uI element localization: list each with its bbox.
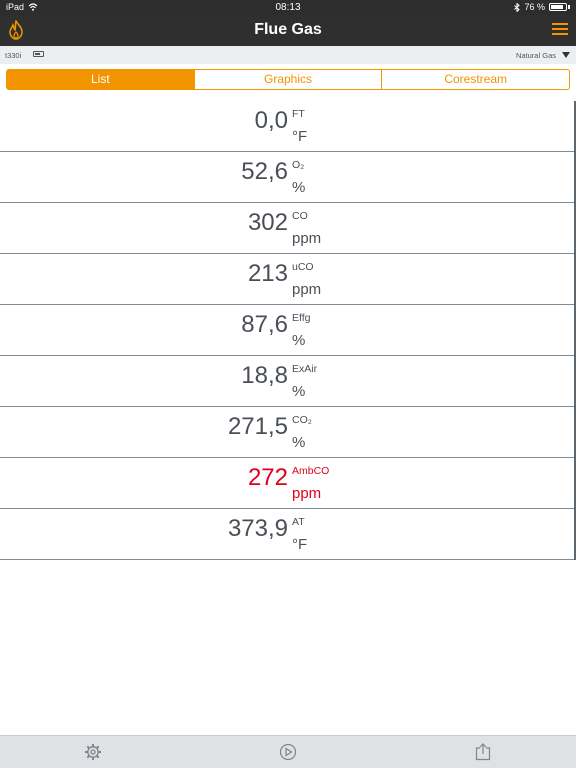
bluetooth-icon <box>514 2 521 12</box>
list-item[interactable]: 87,6 Effg % <box>0 305 576 356</box>
battery-icon <box>549 3 567 11</box>
status-right: 76 % <box>514 2 570 12</box>
measurement-value: 87,6 <box>241 311 288 338</box>
list-item[interactable]: 18,8 ExAir % <box>0 356 576 407</box>
unit-label: % <box>292 179 306 196</box>
list-item[interactable]: 302 CO ppm <box>0 203 576 254</box>
battery-percent: 76 % <box>524 2 545 12</box>
parameter-label: ExAir <box>292 363 318 375</box>
parameter-label: FT <box>292 108 305 120</box>
list-item[interactable]: 0,0 FT °F <box>0 101 576 152</box>
list-item[interactable]: 52,6 O₂ % <box>0 152 576 203</box>
gear-icon[interactable] <box>84 743 102 761</box>
device-label: t330i <box>5 51 22 60</box>
unit-label: °F <box>292 536 308 553</box>
share-icon[interactable] <box>474 743 492 761</box>
view-tabs: List Graphics Corestream <box>6 69 570 90</box>
parameter-label: uCO <box>292 261 314 273</box>
page-title: Flue Gas <box>254 21 322 38</box>
info-bar: t330i Natural Gas <box>0 46 576 64</box>
list-item[interactable]: 373,9 AT °F <box>0 509 576 560</box>
parameter-label: CO <box>292 210 308 222</box>
measurement-value: 18,8 <box>241 362 288 389</box>
play-icon[interactable] <box>279 743 297 761</box>
status-time: 08:13 <box>275 2 301 13</box>
measurement-value: 213 <box>247 260 288 287</box>
list-item[interactable]: 271,5 CO₂ % <box>0 407 576 458</box>
status-bar: iPad 08:13 76 % <box>0 0 576 15</box>
unit-label: % <box>292 434 306 451</box>
unit-label: % <box>292 383 306 400</box>
parameter-label: O₂ <box>292 159 305 171</box>
measurement-value: 271,5 <box>227 413 288 440</box>
unit-label: ppm <box>292 281 322 298</box>
measurement-value: 302 <box>247 209 288 236</box>
list-item[interactable]: 272 AmbCO ppm <box>0 458 576 509</box>
parameter-label: AT <box>292 516 305 528</box>
chevron-down-icon[interactable] <box>562 52 570 58</box>
measurement-list: 0,0 FT °F 52,6 O₂ % 302 CO ppm 213 uCO p… <box>0 101 576 560</box>
list-item[interactable]: 213 uCO ppm <box>0 254 576 305</box>
fuel-selector[interactable]: Natural Gas <box>516 51 556 60</box>
measurement-value: 52,6 <box>241 158 288 185</box>
measurement-value: 373,9 <box>227 515 288 542</box>
tab-list[interactable]: List <box>7 70 194 89</box>
device-battery-icon <box>33 51 44 57</box>
nav-bar: Flue Gas <box>0 15 576 46</box>
unit-label: ppm <box>292 230 322 247</box>
bottom-toolbar <box>0 735 576 768</box>
tab-graphics[interactable]: Graphics <box>193 70 382 89</box>
parameter-label: CO₂ <box>292 414 312 426</box>
tab-corestream[interactable]: Corestream <box>381 70 569 89</box>
unit-label: % <box>292 332 306 349</box>
unit-label: °F <box>292 128 308 145</box>
measurement-value: 272 <box>247 464 288 491</box>
measurement-value: 0,0 <box>254 107 288 134</box>
parameter-label: Effg <box>292 312 311 324</box>
parameter-label: AmbCO <box>292 465 330 477</box>
unit-label: ppm <box>292 485 322 502</box>
menu-icon[interactable] <box>552 23 568 37</box>
